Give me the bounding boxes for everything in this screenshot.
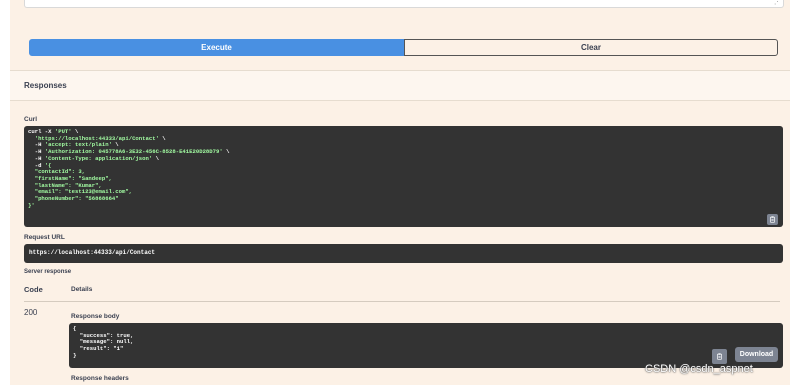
clipboard-icon[interactable] [712, 349, 727, 364]
request-body-textarea[interactable]: ⋰ [24, 0, 784, 8]
curl-line: }' [28, 201, 35, 209]
responses-title: Responses [24, 81, 67, 90]
curl-command: curl -X 'PUT' \ 'https://localhost:44333… [28, 128, 229, 209]
request-url-label: Request URL [24, 234, 65, 241]
curl-line: "phoneNumber": "56868664" [28, 195, 119, 203]
request-url: https://localhost:44333/api/Contact [29, 249, 156, 256]
code-column-header: Code [24, 285, 43, 294]
details-column-header: Details [71, 286, 93, 293]
response-body: { "success": true, "message": null, "res… [73, 325, 133, 360]
response-body-label: Response body [71, 313, 120, 320]
response-headers-label: Response headers [71, 375, 129, 382]
execute-button[interactable]: Execute [29, 39, 404, 56]
response-body-line: } [73, 351, 77, 359]
responses-header: Responses [10, 71, 790, 101]
curl-line: -H 'Content-Type: application/json' \ [28, 154, 159, 162]
server-response-label: Server response [24, 269, 72, 275]
download-button[interactable]: Download [735, 347, 778, 362]
table-divider [24, 301, 780, 302]
curl-label: Curl [24, 116, 37, 123]
clear-button[interactable]: Clear [404, 39, 778, 56]
response-body-line: "result": "1" [73, 345, 124, 353]
execute-wrapper: Execute Clear [29, 39, 778, 56]
resize-grip-icon[interactable]: ⋰ [774, 0, 781, 6]
watermark: CSDN @csdn_aspnet [645, 363, 753, 375]
response-body-block[interactable]: { "success": true, "message": null, "res… [69, 323, 783, 368]
clipboard-icon[interactable] [767, 214, 778, 225]
status-code: 200 [24, 308, 38, 317]
request-url-block[interactable]: https://localhost:44333/api/Contact [24, 244, 783, 263]
curl-code-block[interactable]: curl -X 'PUT' \ 'https://localhost:44333… [24, 126, 783, 227]
